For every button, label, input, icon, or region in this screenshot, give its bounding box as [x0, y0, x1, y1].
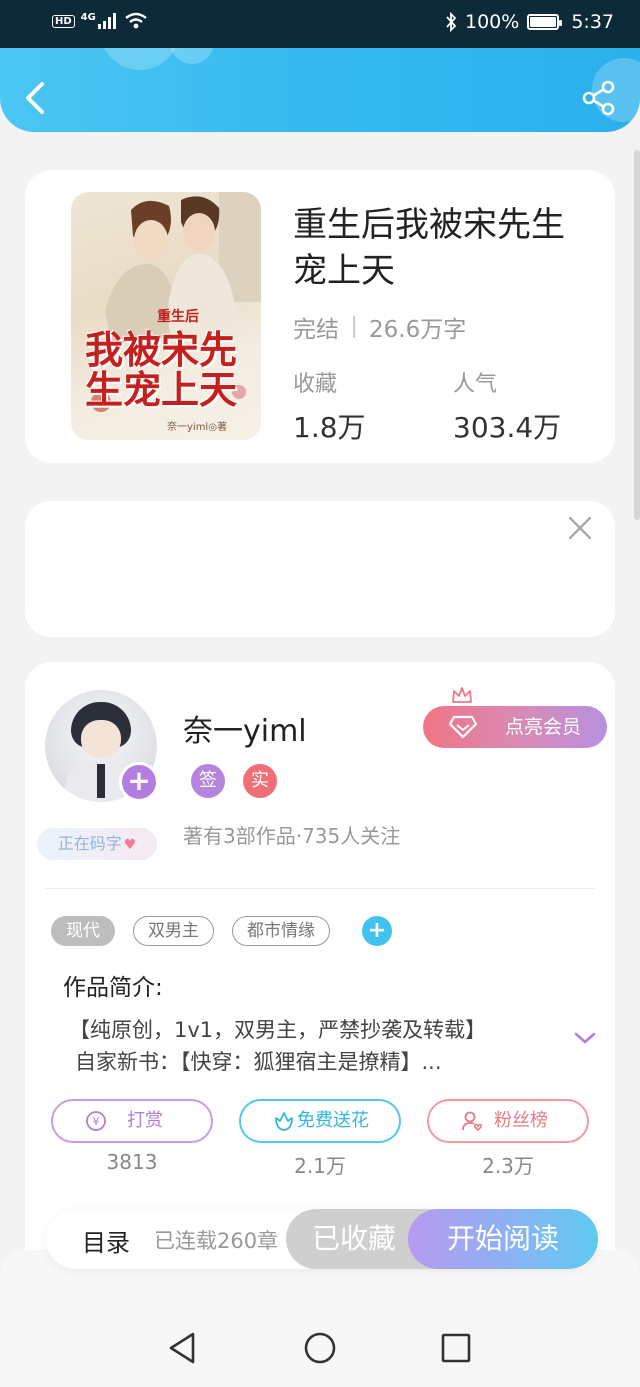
user-heart-icon [462, 1111, 483, 1132]
collect-value: 1.8万 [293, 411, 366, 444]
intro-line: 自家新书：【快穿：狐狸宿主是撩精】... [75, 1050, 442, 1074]
collect-label: 收藏 [293, 372, 338, 397]
genre-tag[interactable]: 都市情缘 [232, 916, 330, 946]
scrollbar[interactable] [634, 150, 640, 520]
fans-rank-button[interactable]: 粉丝榜 [427, 1099, 589, 1143]
header: HD 4G 100% 5:37 [0, 0, 640, 132]
action-row: ¥ 打赏 免费送花 粉丝榜 [51, 1099, 591, 1143]
status-left: HD 4G [52, 12, 148, 30]
book-title: 重生后我被宋先生宠上天 [293, 205, 565, 291]
back-button[interactable] [18, 78, 54, 118]
fans-count: 2.3万 [482, 1154, 534, 1178]
vip-label: 点亮会员 [504, 716, 581, 738]
genre-tag[interactable]: 双男主 [133, 916, 214, 946]
svg-text:¥: ¥ [93, 1115, 100, 1128]
network-label: 4G [80, 11, 96, 23]
intro-title: 作品简介: [63, 975, 163, 1001]
wifi-icon [125, 12, 147, 29]
system-nav-bar [0, 1310, 640, 1387]
vip-button[interactable]: 点亮会员 [423, 706, 607, 748]
chapter-count: 已连载260章 [154, 1229, 279, 1253]
coin-icon: ¥ [86, 1111, 106, 1131]
crown-icon [452, 687, 472, 703]
reward-count: 3813 [106, 1150, 158, 1174]
add-tag-button[interactable]: + [362, 916, 392, 946]
signal-icon [97, 13, 116, 29]
close-icon[interactable] [567, 515, 593, 541]
popularity-value: 303.4万 [453, 411, 562, 444]
divider [45, 888, 595, 889]
cover-subtitle: 重生后 [157, 309, 199, 325]
battery-icon [527, 14, 563, 30]
book-info-card: 重生后 我被宋先生宠上天 奈一yiml◎著 重生后我被宋先生宠上天 完结 26.… [25, 170, 615, 463]
start-reading-button[interactable]: 开始阅读 [408, 1209, 598, 1269]
genre-tag[interactable]: 现代 [51, 916, 115, 946]
status-bar: HD 4G 100% 5:37 [0, 0, 640, 48]
nav-recents-icon[interactable] [436, 1328, 476, 1368]
battery-percent: 100% [465, 11, 520, 33]
heart-icon: ♥ [123, 837, 137, 853]
chevron-down-icon[interactable] [573, 1030, 597, 1046]
genre-tags: 现代 双男主 都市情缘 + [51, 916, 392, 946]
ad-card [25, 501, 615, 637]
author-tags: 签 实 [191, 764, 277, 798]
author-stats: 著有3部作品·735人关注 [183, 824, 401, 848]
reader-bar: 目录 已连载260章 已收藏 开始阅读 [46, 1209, 598, 1269]
clock: 5:37 [571, 11, 614, 33]
avatar-face [81, 720, 121, 758]
writing-status: 正在码字 [57, 834, 122, 853]
bluetooth-icon [446, 12, 457, 32]
book-status: 完结 [293, 317, 339, 343]
flower-label: 免费送花 [297, 1110, 369, 1131]
fans-label: 粉丝榜 [494, 1110, 548, 1131]
intro-line: 【纯原创，1v1，双男主，严禁抄袭及转载】 [69, 1018, 487, 1042]
signed-badge: 签 [191, 764, 225, 798]
book-cover[interactable]: 重生后 我被宋先生宠上天 奈一yiml◎著 [71, 192, 261, 440]
diamond-icon [449, 715, 477, 739]
avatar-tie [97, 764, 105, 798]
meta-divider [353, 316, 355, 338]
word-count: 26.6万字 [369, 317, 467, 343]
reward-label: 打赏 [127, 1110, 163, 1131]
nav-home-icon[interactable] [300, 1328, 340, 1368]
share-button[interactable] [582, 80, 616, 116]
writing-status-badge: 正在码字 ♥ [37, 828, 157, 860]
status-right: 100% 5:37 [445, 11, 614, 33]
reward-button[interactable]: ¥ 打赏 [51, 1099, 213, 1143]
nav-back-icon[interactable] [163, 1328, 203, 1368]
follow-button[interactable]: + [119, 762, 159, 802]
intro-text[interactable]: 【纯原创，1v1，双男主，严禁抄袭及转载】 自家新书：【快穿：狐狸宿主是撩精】.… [69, 1014, 549, 1078]
book-meta: 完结 26.6万字 [293, 310, 466, 344]
cover-author: 奈一yiml◎著 [167, 422, 227, 433]
popularity-label: 人气 [453, 372, 498, 397]
hd-badge: HD [52, 14, 75, 28]
cover-title: 我被宋先生宠上天 [85, 327, 238, 412]
verified-badge: 实 [243, 764, 277, 798]
flower-count: 2.1万 [294, 1154, 346, 1178]
author-name[interactable]: 奈一yiml [183, 706, 307, 750]
toc-button[interactable]: 目录 [82, 1223, 130, 1258]
flower-icon [275, 1112, 293, 1131]
send-flower-button[interactable]: 免费送花 [239, 1099, 401, 1143]
